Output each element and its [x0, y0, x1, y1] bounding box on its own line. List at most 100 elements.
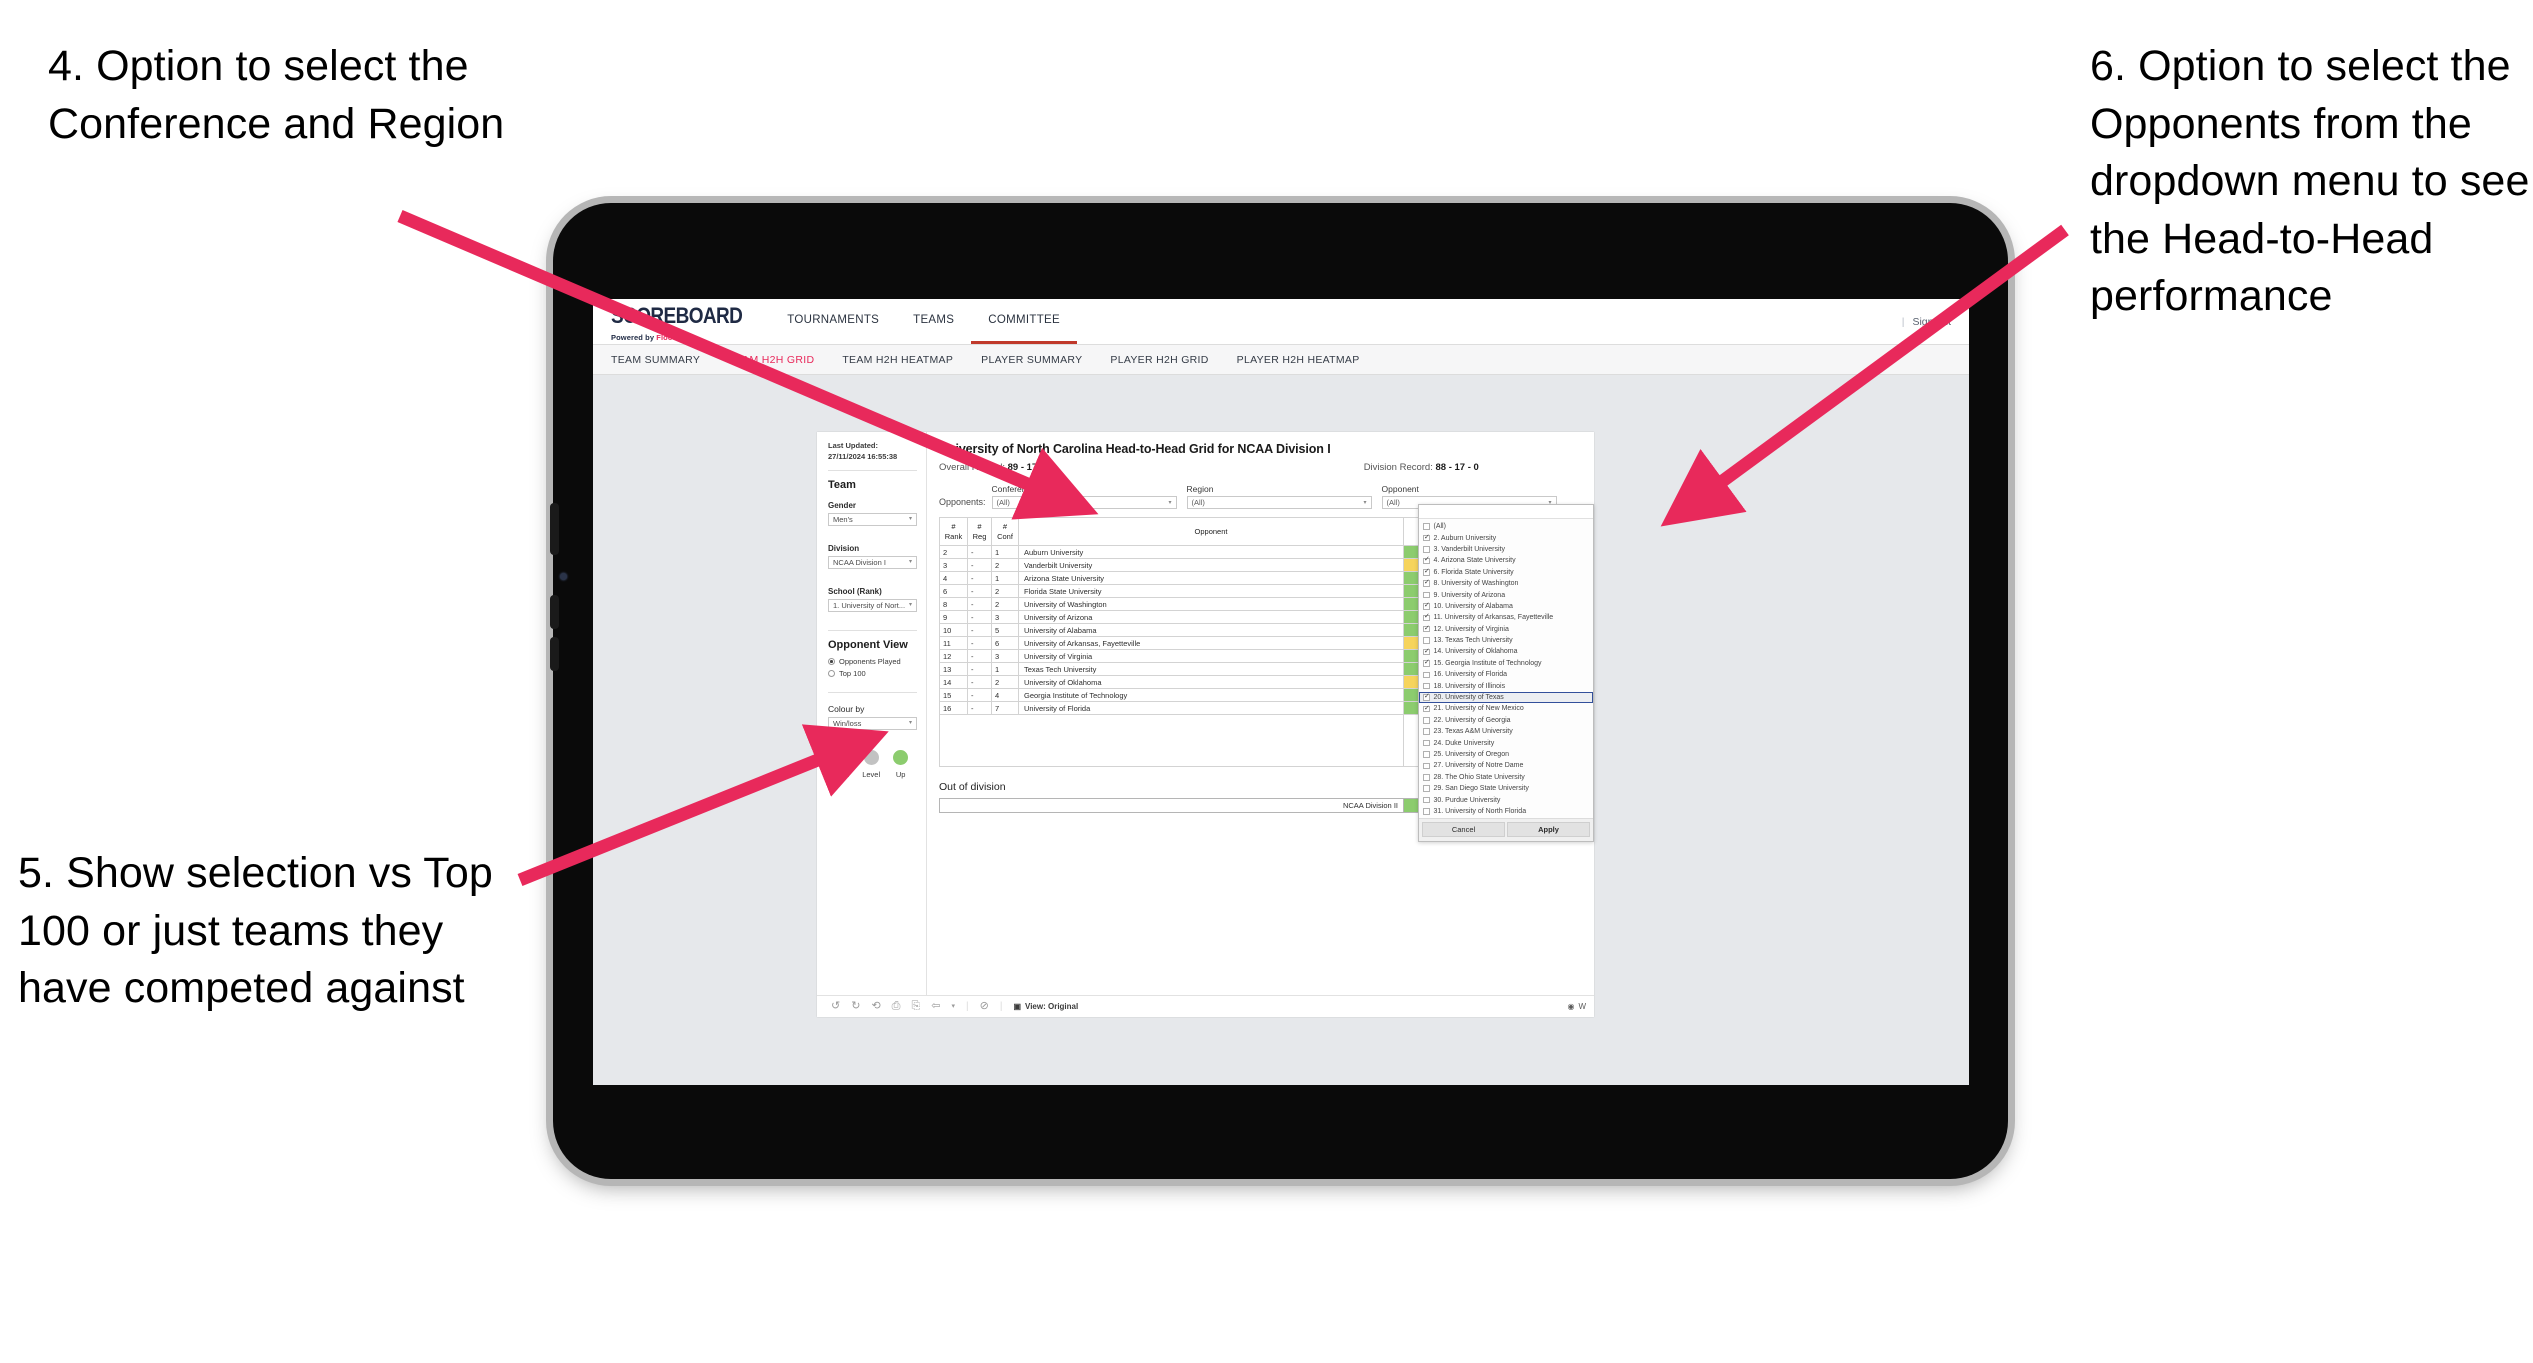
dropdown-item[interactable]: 18. University of Illinois: [1419, 680, 1593, 691]
nav-item-committee[interactable]: COMMITTEE: [971, 299, 1077, 344]
subnav-player-summary[interactable]: PLAYER SUMMARY: [981, 354, 1082, 366]
device-button-volume-up: [550, 503, 559, 555]
checkbox-icon[interactable]: [1423, 808, 1430, 815]
cell-reg: -: [967, 597, 992, 611]
checkbox-icon[interactable]: [1423, 579, 1430, 587]
dropdown-item[interactable]: 11. University of Arkansas, Fayetteville: [1419, 612, 1593, 623]
dropdown-item[interactable]: 31. University of North Florida: [1419, 806, 1593, 817]
checkbox-icon[interactable]: [1423, 637, 1430, 644]
checkbox-icon[interactable]: [1423, 671, 1430, 679]
chevron-down-icon[interactable]: ▾: [952, 1003, 956, 1010]
pause-updates-icon[interactable]: ⎘: [911, 1001, 920, 1012]
checkbox-icon[interactable]: [1423, 556, 1430, 565]
opponent-dropdown-panel[interactable]: (All) 2. Auburn University 3. Vanderbilt U…: [1418, 504, 1594, 843]
checkbox-icon[interactable]: [1423, 774, 1430, 781]
cancel-button[interactable]: Cancel: [1422, 822, 1505, 838]
subnav-player-h2h-heatmap[interactable]: PLAYER H2H HEATMAP: [1237, 354, 1360, 366]
dropdown-item[interactable]: 15. Georgia Institute of Technology: [1419, 658, 1593, 669]
dropdown-item[interactable]: 30. Purdue University: [1419, 794, 1593, 805]
checkbox-icon[interactable]: [1423, 717, 1430, 724]
dropdown-item[interactable]: 27. University of Notre Dame: [1419, 760, 1593, 771]
checkbox-icon[interactable]: [1423, 705, 1430, 713]
checkbox-icon[interactable]: [1423, 523, 1430, 530]
radio-icon: [828, 669, 835, 677]
checkbox-icon[interactable]: [1423, 546, 1430, 553]
cell-rank: 15: [939, 688, 968, 702]
checkbox-icon[interactable]: [1423, 682, 1430, 690]
dropdown-item[interactable]: 4. Arizona State University: [1419, 555, 1593, 566]
colour-by-select[interactable]: Win/loss ▾: [828, 716, 917, 730]
dropdown-item[interactable]: 16. University of Florida: [1419, 669, 1593, 680]
dropdown-item[interactable]: 25. University of Oregon: [1419, 749, 1593, 760]
cell-opponent: University of Alabama: [1018, 623, 1404, 637]
sign-out-link[interactable]: Sign out: [1912, 316, 1951, 328]
conference-select[interactable]: (All) ▾: [991, 496, 1177, 509]
checkbox-icon[interactable]: [1423, 613, 1430, 622]
subnav-team-h2h-heatmap[interactable]: TEAM H2H HEATMAP: [842, 354, 953, 366]
dropdown-item[interactable]: 24. Duke University: [1419, 737, 1593, 748]
dropdown-item[interactable]: (All): [1419, 521, 1593, 532]
nav-item-tournaments[interactable]: TOURNAMENTS: [770, 299, 896, 344]
opponent-label: Opponent: [1381, 484, 1419, 494]
dropdown-item[interactable]: 21. University of New Mexico: [1419, 703, 1593, 714]
dropdown-item[interactable]: 28. The Ohio State University: [1419, 772, 1593, 783]
dropdown-item[interactable]: 23. Texas A&M University: [1419, 726, 1593, 737]
checkbox-icon[interactable]: [1423, 796, 1430, 804]
cell-rank: 4: [939, 571, 968, 585]
region-label: Region: [1186, 484, 1214, 494]
watch-control[interactable]: ◉ W: [1567, 1002, 1586, 1011]
checkbox-icon[interactable]: [1423, 739, 1430, 747]
dropdown-item[interactable]: 2. Auburn University: [1419, 532, 1593, 543]
radio-top-100[interactable]: Top 100: [828, 669, 917, 678]
checkbox-icon[interactable]: [1423, 625, 1430, 633]
dropdown-item[interactable]: 29. San Diego State University: [1419, 783, 1593, 794]
checkbox-icon[interactable]: [1423, 568, 1430, 576]
cell-opponent: University of Oklahoma: [1018, 675, 1404, 689]
division-select[interactable]: NCAA Division I ▾: [828, 555, 917, 569]
checkbox-icon[interactable]: [1423, 534, 1430, 542]
dropdown-item-label: 4. Arizona State University: [1433, 557, 1516, 565]
region-value: (All): [1191, 498, 1205, 507]
division-label: Division: [828, 543, 860, 553]
subnav-player-h2h-grid[interactable]: PLAYER H2H GRID: [1110, 354, 1208, 366]
brand-logo[interactable]: SCOREBOARD Powered by Flood: [593, 299, 756, 344]
gender-select[interactable]: Men's ▾: [828, 512, 917, 526]
checkbox-icon[interactable]: [1423, 751, 1430, 758]
legend-swatch-up: [893, 749, 909, 765]
opponent-dropdown-search[interactable]: [1419, 505, 1593, 519]
alerts-icon[interactable]: ⊘: [980, 1001, 989, 1012]
share-icon[interactable]: ⇦: [931, 1001, 940, 1012]
undo-icon[interactable]: ↺: [831, 1001, 840, 1012]
checkbox-icon[interactable]: [1423, 693, 1430, 701]
dropdown-item[interactable]: 10. University of Alabama: [1419, 601, 1593, 612]
view-original-button[interactable]: ▣ View: Original: [1013, 1002, 1078, 1011]
checkbox-icon[interactable]: [1423, 728, 1430, 735]
toolbar-divider: |: [999, 1001, 1003, 1012]
checkbox-icon[interactable]: [1423, 648, 1430, 656]
nav-item-teams[interactable]: TEAMS: [896, 299, 971, 344]
radio-opponents-played[interactable]: Opponents Played: [828, 657, 917, 666]
apply-button[interactable]: Apply: [1507, 822, 1590, 838]
checkbox-icon[interactable]: [1423, 602, 1430, 610]
dropdown-item[interactable]: 12. University of Virginia: [1419, 624, 1593, 635]
revert-icon[interactable]: ⟲: [871, 1001, 880, 1012]
redo-icon[interactable]: ↻: [851, 1001, 860, 1012]
checkbox-icon[interactable]: [1423, 785, 1430, 792]
refresh-data-icon[interactable]: ⎙: [892, 1001, 901, 1012]
region-select[interactable]: (All) ▾: [1186, 496, 1372, 509]
dropdown-item[interactable]: 13. Texas Tech University: [1419, 635, 1593, 646]
subnav-team-h2h-grid[interactable]: TEAM H2H GRID: [728, 354, 814, 366]
school-rank-select[interactable]: 1. University of Nort... ▾: [828, 598, 917, 612]
checkbox-icon[interactable]: [1423, 659, 1430, 667]
dropdown-item[interactable]: 8. University of Washington: [1419, 578, 1593, 589]
dropdown-item[interactable]: 3. Vanderbilt University: [1419, 544, 1593, 555]
checkbox-icon[interactable]: [1423, 591, 1430, 599]
dropdown-item[interactable]: 6. Florida State University: [1419, 567, 1593, 578]
dropdown-item[interactable]: 14. University of Oklahoma: [1419, 646, 1593, 657]
dropdown-item[interactable]: 20. University of Texas: [1419, 691, 1593, 704]
checkbox-icon[interactable]: [1423, 762, 1430, 770]
subnav-team-summary[interactable]: TEAM SUMMARY: [611, 354, 700, 366]
dropdown-item[interactable]: 22. University of Georgia: [1419, 715, 1593, 726]
dropdown-item[interactable]: 9. University of Arizona: [1419, 589, 1593, 600]
opponent-dropdown-list: (All) 2. Auburn University 3. Vanderbilt U…: [1419, 519, 1593, 818]
